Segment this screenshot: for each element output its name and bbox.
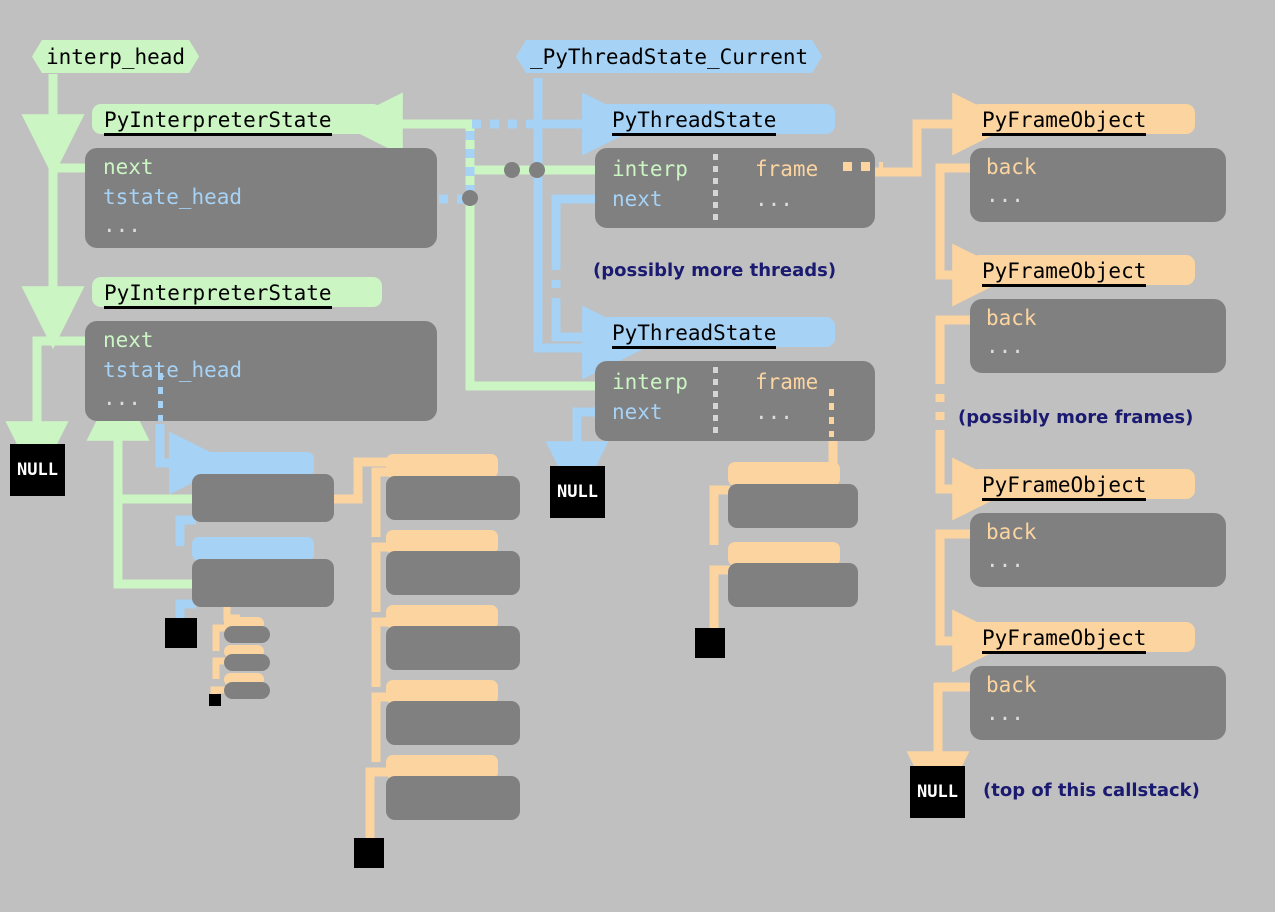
junction-dot-icon — [462, 190, 478, 206]
tiny-node-body-frame-1 — [224, 626, 270, 643]
node-body-interpreterstate-2: next tstate_head ... — [85, 321, 437, 421]
node-body-interpreterstate-1: next tstate_head ... — [85, 148, 437, 248]
mini-node-body-frame-right-1 — [728, 484, 858, 528]
mini-node-header-threadstate-2 — [192, 537, 314, 561]
field-interp1-next: next — [103, 155, 154, 179]
null-square-mini-thread-chain — [165, 618, 197, 648]
field-thread1-ellipsis: ... — [755, 187, 793, 211]
null-box-frame-chain: NULL — [910, 766, 965, 818]
wire-frame3-arrive — [935, 432, 1016, 521]
field-thread2-next: next — [612, 400, 663, 424]
node-header-threadstate-1: PyThreadState — [600, 104, 835, 136]
field-frame1-ellipsis: ... — [986, 183, 1024, 207]
connector-layer — [5, 74, 1016, 840]
node-body-frameobject-2: back ... — [970, 299, 1226, 373]
node-body-frameobject-3: back ... — [970, 513, 1226, 587]
field-interp2-tstate-head: tstate_head — [103, 358, 243, 382]
threadstate-2-title: PyThreadState — [612, 321, 777, 349]
field-frame3-ellipsis: ... — [986, 548, 1024, 572]
wire-frame1-back-to-frame2 — [935, 163, 1016, 307]
field-frame4-back: back — [986, 673, 1037, 697]
wire-thread1-next-to-thread2-end — [551, 305, 646, 369]
null-box-interpreter-chain: NULL — [10, 444, 65, 496]
node-header-interpreterstate-1: PyInterpreterState — [92, 104, 382, 136]
node-header-frameobject-2: PyFrameObject — [970, 255, 1195, 287]
wire-thread1-next-to-thread2 — [551, 194, 597, 262]
column-separator — [713, 367, 718, 433]
mini-node-body-frame-centre-2 — [386, 551, 520, 595]
wire-current-down — [533, 124, 646, 380]
diagram-canvas: interp_head _PyThreadState_Current PyInt… — [0, 0, 1275, 912]
wire-frame3-back-to-frame4 — [935, 529, 1016, 673]
node-body-frameobject-1: back ... — [970, 148, 1226, 222]
mini-node-body-frame-centre-4 — [386, 701, 520, 745]
column-separator — [713, 154, 718, 220]
field-thread1-frame: frame — [755, 157, 819, 181]
null-square-mini-frame-right — [695, 628, 725, 658]
node-header-frameobject-3: PyFrameObject — [970, 469, 1195, 501]
threadstate-1-title: PyThreadState — [612, 108, 777, 136]
field-thread1-next: next — [612, 187, 663, 211]
frameobject-2-title: PyFrameObject — [982, 259, 1147, 287]
interpreterstate-1-title: PyInterpreterState — [104, 108, 332, 136]
tiny-node-body-frame-2 — [224, 654, 270, 671]
junction-dot-icon — [504, 162, 520, 178]
wire-thread2-next-to-null — [545, 407, 609, 505]
wire-current-to-thread1 — [533, 78, 646, 156]
mini-node-header-frame-centre-1 — [386, 454, 498, 478]
field-frame2-ellipsis: ... — [986, 334, 1024, 358]
field-thread2-interp: interp — [612, 370, 688, 394]
node-header-threadstate-2: PyThreadState — [600, 317, 835, 349]
null-box-thread-chain: NULL — [550, 466, 605, 518]
tag-interp-head: interp_head — [32, 40, 199, 73]
mini-node-body-threadstate-1 — [192, 474, 334, 522]
field-thread1-interp: interp — [612, 157, 688, 181]
note-more-frames: (possibly more frames) — [958, 407, 1194, 428]
interpreterstate-2-title: PyInterpreterState — [104, 281, 332, 309]
mini-node-body-frame-centre-5 — [386, 776, 520, 820]
node-body-threadstate-1: interp next frame ... — [595, 148, 883, 228]
frameobject-3-title: PyFrameObject — [982, 473, 1147, 501]
field-thread2-ellipsis: ... — [755, 400, 793, 424]
mini-node-body-frame-centre-3 — [386, 626, 520, 670]
wire-frame2-back-down — [935, 315, 970, 376]
node-body-frameobject-4: back ... — [970, 666, 1226, 740]
wire-tstate-head2-to-mini — [155, 424, 233, 495]
field-frame4-ellipsis: ... — [986, 701, 1024, 725]
node-header-interpreterstate-2: PyInterpreterState — [92, 277, 382, 309]
wire-frame4-back-to-null — [906, 682, 970, 815]
field-frame1-back: back — [986, 155, 1037, 179]
dotted-link-icon — [829, 389, 834, 437]
node-header-frameobject-4: PyFrameObject — [970, 622, 1195, 654]
field-thread2-frame: frame — [755, 370, 819, 394]
junction-dot-icon — [529, 162, 545, 178]
field-interp2-ellipsis: ... — [103, 386, 141, 410]
tiny-node-body-frame-3 — [224, 682, 270, 699]
note-top-of-callstack: (top of this callstack) — [983, 780, 1200, 801]
mini-node-body-frame-right-2 — [728, 563, 858, 607]
node-header-frameobject-1: PyFrameObject — [970, 104, 1195, 136]
mini-node-header-threadstate-1 — [192, 452, 314, 476]
mini-node-body-frame-centre-1 — [386, 476, 520, 520]
dotted-link-icon — [158, 373, 163, 421]
field-interp1-tstate-head: tstate_head — [103, 185, 243, 209]
field-frame2-back: back — [986, 306, 1037, 330]
field-interp2-next: next — [103, 328, 154, 352]
field-frame3-back: back — [986, 520, 1037, 544]
note-more-threads: (possibly more threads) — [593, 260, 837, 281]
frameobject-4-title: PyFrameObject — [982, 626, 1147, 654]
frameobject-1-title: PyFrameObject — [982, 108, 1147, 136]
node-body-threadstate-2: interp next frame ... — [595, 361, 875, 441]
mini-node-header-frame-right-1 — [728, 462, 840, 486]
tag-pythreadstate-current: _PyThreadState_Current — [516, 40, 822, 73]
field-interp1-ellipsis: ... — [103, 213, 141, 237]
mini-node-body-threadstate-2 — [192, 559, 334, 607]
null-square-mini-frame-centre — [354, 838, 384, 868]
null-square-tiny-frame-chain — [209, 694, 221, 706]
dotted-link-icon — [843, 162, 883, 171]
